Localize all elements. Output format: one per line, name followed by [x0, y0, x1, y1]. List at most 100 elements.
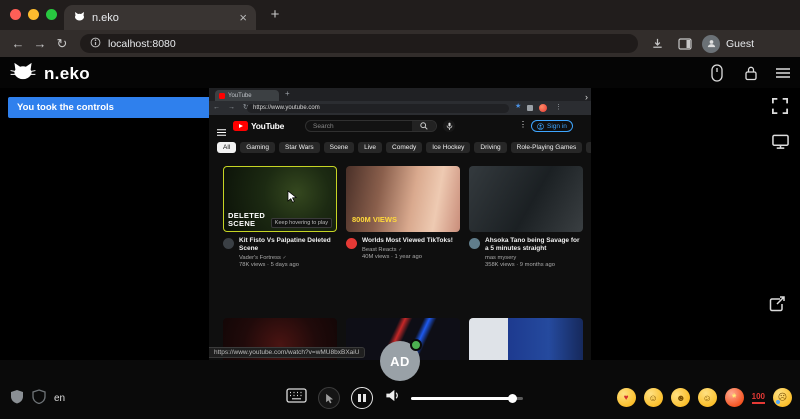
neko-logo-icon [10, 61, 36, 87]
hover-tooltip: Keep hovering to play [271, 218, 332, 228]
remote-new-tab-button[interactable]: + [285, 89, 290, 98]
shield-icon[interactable] [10, 389, 24, 407]
forward-button[interactable]: → [30, 35, 50, 52]
video-card[interactable]: Ahsoka Tano being Savage for a 5 minutes… [469, 166, 583, 268]
address-bar[interactable]: localhost:8080 [80, 34, 638, 53]
volume-slider-thumb[interactable] [508, 394, 517, 403]
voice-search-icon[interactable] [443, 120, 455, 132]
bottom-left-cluster: en [10, 389, 65, 407]
video-title[interactable]: Ahsoka Tano being Savage for a 5 minutes… [485, 237, 583, 253]
video-card[interactable]: 800M VIEWS Worlds Most Viewed TikToks! B… [346, 166, 460, 260]
chip-star-wars[interactable]: Star Wars [279, 142, 320, 153]
chip-ice-hockey[interactable]: Ice Hockey [426, 142, 470, 153]
browser-tab[interactable]: n.eko × [64, 5, 256, 30]
youtube-menu-icon[interactable]: ⋮ [519, 120, 527, 129]
tab-close-icon[interactable]: × [239, 11, 247, 24]
search-icon[interactable] [412, 121, 436, 131]
channel-name[interactable]: mas mysery [485, 255, 583, 261]
pointer-toggle[interactable] [318, 387, 340, 409]
chip-conv[interactable]: Conv [586, 142, 591, 153]
channel-avatar[interactable] [223, 238, 234, 249]
verified-icon: ✓ [283, 255, 287, 261]
window-close-button[interactable] [10, 9, 21, 20]
extension-icon[interactable] [527, 105, 533, 111]
remote-tab[interactable]: YouTube [215, 90, 279, 101]
pause-button[interactable] [351, 387, 373, 409]
neko-bottom-bar: AD en [0, 360, 800, 419]
chip-role-playing-games[interactable]: Role-Playing Games [511, 142, 583, 153]
chip-gaming[interactable]: Gaming [240, 142, 275, 153]
new-tab-button[interactable]: + [266, 6, 284, 24]
reload-button[interactable]: ↻ [52, 35, 72, 52]
back-button[interactable]: ← [8, 35, 28, 52]
protection-icon[interactable] [32, 389, 46, 407]
bookmark-star-icon[interactable]: ★ [515, 102, 521, 110]
emoji-heart-eyes[interactable]: ♥ [617, 388, 636, 407]
emoji-sobbing-face[interactable]: ☹ [773, 388, 792, 407]
neko-header: n.eko [0, 57, 800, 88]
emoji-party-popper[interactable]: * [725, 388, 744, 407]
video-thumbnail[interactable]: DELETED SCENE Keep hovering to play [223, 166, 337, 232]
channel-avatar[interactable] [346, 238, 357, 249]
emoji-rofl-face[interactable]: ☻ [668, 385, 692, 409]
video-card[interactable]: DELETED SCENE Keep hovering to play Kit … [223, 166, 337, 268]
neko-brand: n.eko [10, 61, 90, 87]
site-info-icon[interactable] [90, 37, 101, 51]
keyboard-layout-label[interactable]: en [54, 393, 65, 404]
keyboard-icon[interactable] [286, 388, 307, 408]
side-panel-icon[interactable] [676, 35, 694, 52]
lock-icon[interactable] [740, 63, 762, 83]
chip-scene[interactable]: Scene [324, 142, 354, 153]
share-icon[interactable] [766, 294, 788, 314]
youtube-logo[interactable]: YouTube [233, 121, 284, 131]
volume-slider-fill [411, 397, 512, 400]
youtube-header: YouTube Search ⋮ Sign in [209, 115, 591, 138]
video-title[interactable]: Kit Fisto Vs Palpatine Deleted Scene [239, 237, 337, 253]
menu-icon[interactable] [772, 63, 794, 83]
channel-name[interactable]: Beast Reacts ✓ [362, 247, 453, 253]
chips-scroll-icon[interactable]: › [585, 92, 588, 102]
chip-live[interactable]: Live [358, 142, 382, 153]
volume-icon[interactable] [384, 388, 400, 408]
tear-dot [776, 400, 780, 404]
cursor-icon [287, 190, 297, 208]
online-status-dot [410, 339, 422, 351]
remote-address-bar[interactable]: https://www.youtube.com [247, 104, 509, 113]
window-zoom-button[interactable] [46, 9, 57, 20]
remote-menu-icon[interactable]: ⋮ [555, 103, 562, 111]
search-placeholder: Search [306, 123, 412, 130]
status-url: https://www.youtube.com/watch?v=wMU8bxBX… [209, 347, 365, 358]
emoji-smiling-face[interactable]: ☺ [644, 388, 663, 407]
youtube-search-box[interactable]: Search [305, 120, 437, 132]
channel-name[interactable]: Vader's Fortress ✓ [239, 255, 337, 261]
neko-stage: You took the controls YouTube + ← → ↻ ht… [0, 88, 800, 360]
remote-tab-strip: YouTube + [209, 88, 591, 101]
profile-button[interactable]: Guest [702, 33, 754, 54]
window-minimize-button[interactable] [28, 9, 39, 20]
neko-favicon [73, 11, 86, 25]
video-thumbnail[interactable] [469, 318, 583, 360]
remote-profile-avatar[interactable] [539, 104, 547, 112]
chip-comedy[interactable]: Comedy [386, 142, 422, 153]
screen-resolution-icon[interactable] [770, 132, 790, 152]
download-icon[interactable] [648, 35, 666, 52]
emoji-hundred-points[interactable]: 100 [752, 392, 765, 404]
fullscreen-icon[interactable] [770, 96, 790, 116]
video-title[interactable]: Worlds Most Viewed TikToks! [362, 237, 453, 245]
channel-avatar[interactable] [469, 238, 480, 249]
filter-chips: All Gaming Star Wars Scene Live Comedy I… [209, 138, 591, 156]
volume-slider[interactable] [411, 397, 523, 400]
thumbnail-overlay-text: 800M VIEWS [352, 215, 397, 224]
address-text: localhost:8080 [108, 38, 176, 50]
video-thumbnail[interactable]: 800M VIEWS [346, 166, 460, 232]
emoji-partying-face[interactable]: ☺ [696, 386, 719, 409]
chip-driving[interactable]: Driving [474, 142, 506, 153]
media-controls [286, 387, 523, 409]
sign-in-button[interactable]: Sign in [531, 120, 573, 132]
video-thumbnail[interactable] [469, 166, 583, 232]
mouse-control-icon[interactable] [706, 63, 728, 83]
remote-nav-buttons[interactable]: ← → ↻ [213, 103, 252, 111]
youtube-favicon [219, 93, 225, 99]
remote-screen[interactable]: YouTube + ← → ↻ https://www.youtube.com … [209, 88, 591, 360]
chip-all[interactable]: All [217, 142, 236, 153]
